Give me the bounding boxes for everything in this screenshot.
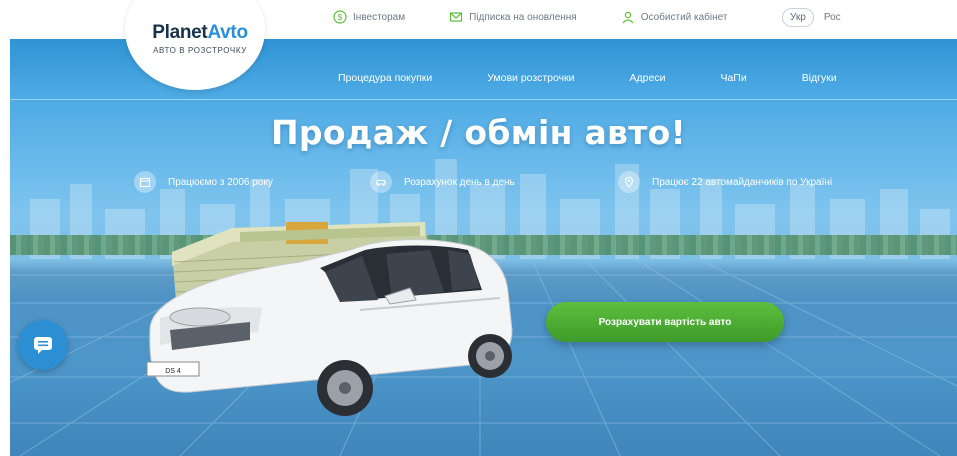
lang-ukr-button[interactable]: Укр [782,8,814,27]
lang-rus-link[interactable]: Рос [824,12,841,23]
subscribe-label: Підписка на оновлення [469,11,577,23]
logo-tagline: АВТО В РОЗСТРОЧКУ [153,46,247,55]
nav-addresses[interactable]: Адреси [630,72,666,84]
page: $ Інвесторам Підписка на оновлення Особи… [0,0,957,456]
mail-icon [449,12,463,22]
investors-link[interactable]: $ Інвесторам [333,10,405,24]
chat-bubble-icon [34,337,52,354]
svg-text:$: $ [338,13,343,22]
hero-title: Продаж / обмін авто! [271,113,686,152]
feature-same-day: Розрахунок день в день [370,171,515,193]
car-icon [375,179,387,186]
feature-since-2006: Працюємо з 2006 року [134,171,273,193]
logo-name-accent: Avto [207,22,248,43]
logo-name-dark: Planet [152,22,208,43]
hedge [10,235,957,255]
nav-installment-terms[interactable]: Умови розстрочки [487,72,574,84]
hero-banner [10,39,957,456]
tiled-floor [10,255,957,456]
chat-widget-button[interactable] [18,320,68,370]
calendar-icon [139,177,151,188]
cabinet-label: Особистий кабінет [640,11,728,23]
nav-reviews[interactable]: Відгуки [802,72,837,84]
calculate-price-button[interactable]: Розрахувати вартість авто [546,302,784,342]
subscribe-link[interactable]: Підписка на оновлення [449,10,577,24]
main-nav: Процедура покупки Умови розстрочки Адрес… [338,72,837,84]
nav-purchase-procedure[interactable]: Процедура покупки [338,72,432,84]
dollar-circle-icon: $ [333,10,347,24]
nav-divider [10,99,957,100]
investors-label: Інвесторам [353,11,406,23]
feature-lots-text: Працює 22 автомайданчиків по Україні [652,176,833,188]
nav-faq[interactable]: ЧаПи [720,72,746,84]
location-pin-icon [624,176,634,188]
user-icon [622,11,634,24]
top-links: $ Інвесторам Підписка на оновлення Особи… [333,10,771,24]
language-switcher: Укр Рос [782,8,841,27]
logo-wordmark: PlanetAvto [140,22,260,44]
feature-since-2006-text: Працюємо з 2006 року [168,176,273,188]
logo[interactable]: PlanetAvto АВТО В РОЗСТРОЧКУ [140,22,260,55]
cabinet-link[interactable]: Особистий кабінет [621,10,728,24]
feature-same-day-text: Розрахунок день в день [404,176,515,188]
feature-lots: Працює 22 автомайданчиків по Україні [618,171,832,193]
